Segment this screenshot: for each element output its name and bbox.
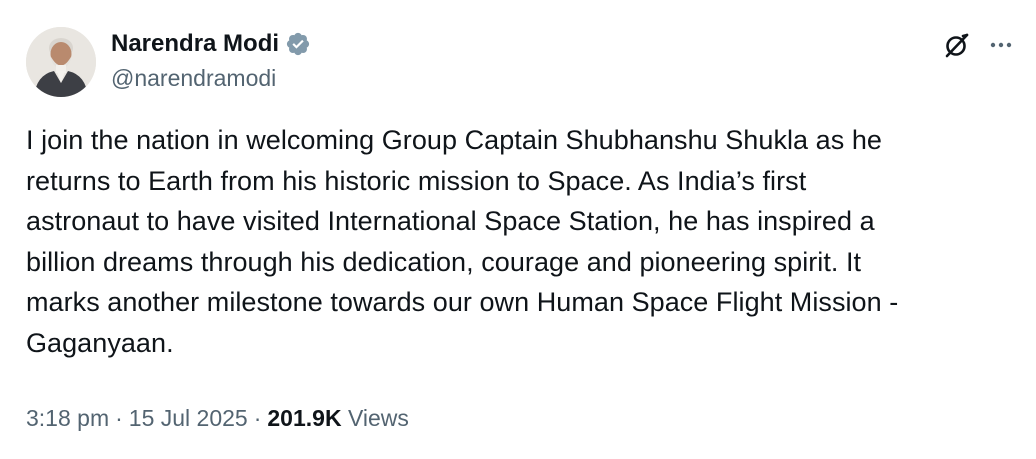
author-name-row: Narendra Modi: [111, 28, 311, 60]
views-label[interactable]: Views: [348, 405, 409, 431]
tweet-text-line: astronaut to have visited International …: [26, 206, 875, 236]
tweet-top-actions: [942, 30, 1016, 60]
tweet-time[interactable]: 3:18 pm: [26, 405, 109, 431]
views-count[interactable]: 201.9K: [267, 405, 341, 431]
tweet-text-line: billion dreams through his dedication, c…: [26, 246, 862, 277]
verified-badge-icon[interactable]: [285, 31, 311, 57]
tweet-text-line: Gaganyaan.: [26, 327, 174, 358]
tweet-text-line: I join the nation in welcoming Group Cap…: [26, 125, 882, 155]
meta-separator: ·: [253, 405, 262, 431]
meta-separator: ·: [115, 405, 123, 431]
more-options-icon[interactable]: [986, 30, 1016, 60]
grok-icon[interactable]: [942, 30, 972, 60]
tweet-date[interactable]: 15 Jul 2025: [129, 405, 248, 431]
author-name[interactable]: Narendra Modi: [111, 28, 279, 60]
tweet-text: I join the nation in welcoming Group Cap…: [26, 120, 1016, 363]
tweet-card: Narendra Modi @narendramodi I join the n…: [0, 0, 1036, 459]
author-handle[interactable]: @narendramodi: [111, 62, 311, 94]
author-avatar[interactable]: [26, 27, 96, 97]
tweet-meta: 3:18 pm · 15 Jul 2025 · 201.9K Views: [26, 400, 409, 436]
tweet-text-line: marks another milestone towards our own …: [26, 287, 899, 317]
profile-photo: [26, 27, 96, 97]
author-block: Narendra Modi @narendramodi: [111, 28, 311, 94]
tweet-text-line: returns to Earth from his historic missi…: [26, 165, 807, 196]
